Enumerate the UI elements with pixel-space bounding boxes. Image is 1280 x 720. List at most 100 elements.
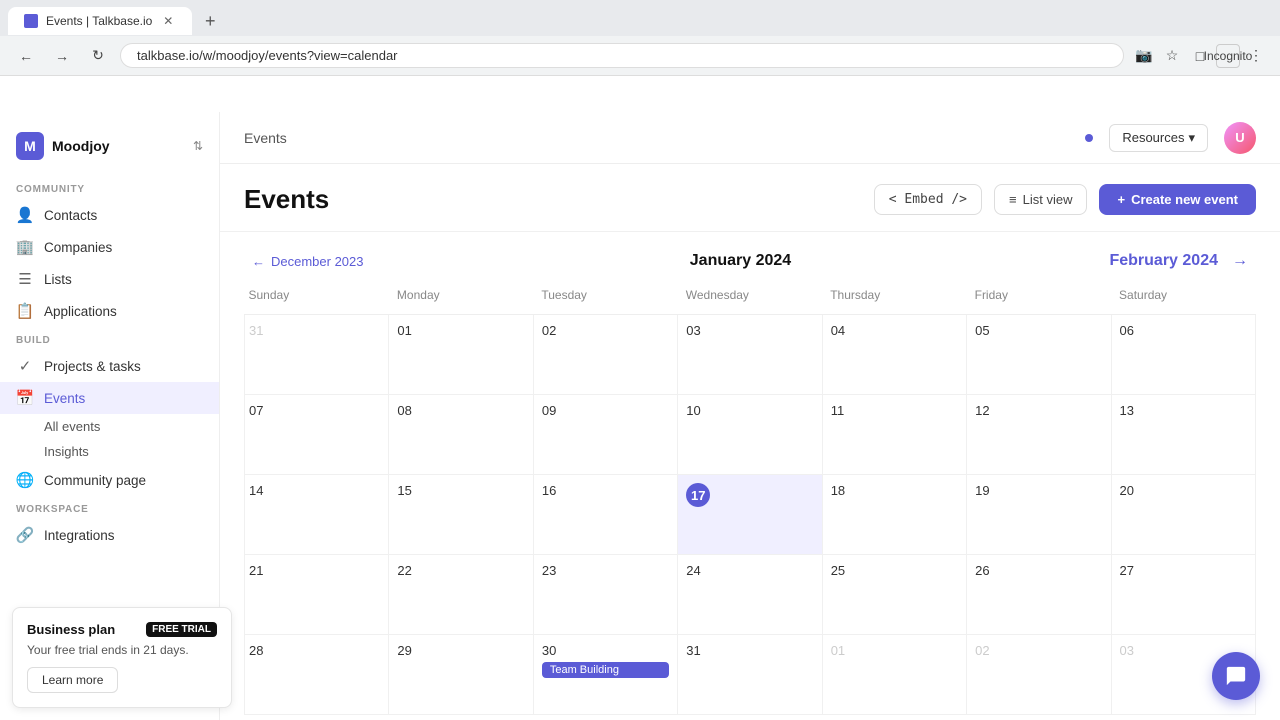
projects-icon: ✓ — [16, 357, 34, 375]
next-month-container: February 2024 → — [1109, 248, 1256, 274]
bookmark-icon[interactable]: ☆ — [1160, 44, 1184, 68]
day-20[interactable]: 20 — [1111, 475, 1255, 555]
integrations-label: Integrations — [44, 528, 115, 543]
col-thursday: Thursday — [822, 282, 966, 315]
sidebar-item-events[interactable]: 📅 Events — [0, 382, 219, 414]
events-header: Events < Embed /> ≡ List view + Create n… — [220, 164, 1280, 232]
day-03[interactable]: 03 — [678, 315, 822, 395]
sidebar-item-applications[interactable]: 📋 Applications — [0, 295, 219, 327]
next-month-button[interactable]: → — [1224, 248, 1256, 274]
sidebar-item-integrations[interactable]: 🔗 Integrations — [0, 519, 219, 551]
sidebar-item-contacts[interactable]: 👤 Contacts — [0, 199, 219, 231]
menu-icon[interactable]: ⋮ — [1244, 44, 1268, 68]
org-name: Moodjoy — [52, 138, 185, 154]
lists-icon: ☰ — [16, 270, 34, 288]
day-01-feb[interactable]: 01 — [822, 635, 966, 715]
resources-label: Resources — [1122, 130, 1184, 145]
learn-more-button[interactable]: Learn more — [27, 667, 118, 693]
sidebar-subitem-insights[interactable]: Insights — [0, 439, 219, 464]
day-15[interactable]: 15 — [389, 475, 533, 555]
sidebar-item-companies[interactable]: 🏢 Companies — [0, 231, 219, 263]
day-28[interactable]: 28 — [245, 635, 389, 715]
contacts-icon: 👤 — [16, 206, 34, 224]
day-07[interactable]: 07 — [245, 395, 389, 475]
calendar-row-3: 14 15 16 17 18 19 20 — [245, 475, 1256, 555]
day-22[interactable]: 22 — [389, 555, 533, 635]
calendar-row-1: 31 01 02 03 04 05 06 — [245, 315, 1256, 395]
banner-text: Your free trial ends in 21 days. — [27, 643, 217, 657]
screenshare-icon[interactable]: 📷 — [1132, 44, 1156, 68]
day-21[interactable]: 21 — [245, 555, 389, 635]
day-23[interactable]: 23 — [533, 555, 677, 635]
resources-button[interactable]: Resources ▾ — [1109, 124, 1208, 152]
companies-label: Companies — [44, 240, 112, 255]
day-18[interactable]: 18 — [822, 475, 966, 555]
day-19[interactable]: 19 — [967, 475, 1111, 555]
community-page-label: Community page — [44, 473, 146, 488]
sidebar-item-projects[interactable]: ✓ Projects & tasks — [0, 350, 219, 382]
prev-month-button[interactable]: ← December 2023 — [244, 250, 372, 273]
main-content: Events Resources ▾ U Events < Embed /> ≡… — [220, 112, 1280, 720]
day-31-dec[interactable]: 31 — [245, 315, 389, 395]
back-button[interactable]: ← — [12, 42, 40, 70]
contacts-label: Contacts — [44, 208, 97, 223]
calendar-table: Sunday Monday Tuesday Wednesday Thursday… — [244, 282, 1256, 715]
day-24[interactable]: 24 — [678, 555, 822, 635]
day-05[interactable]: 05 — [967, 315, 1111, 395]
day-01[interactable]: 01 — [389, 315, 533, 395]
tab-close-button[interactable]: ✕ — [160, 13, 176, 29]
banner-title: Business plan — [27, 622, 115, 637]
day-27[interactable]: 27 — [1111, 555, 1255, 635]
col-wednesday: Wednesday — [678, 282, 822, 315]
business-plan-banner: Business plan FREE TRIAL Your free trial… — [12, 607, 232, 708]
tab-favicon — [24, 14, 38, 28]
sidebar-subitem-all-events[interactable]: All events — [0, 414, 219, 439]
embed-label: < Embed /> — [889, 192, 967, 207]
list-view-label: List view — [1023, 192, 1073, 207]
list-view-button[interactable]: ≡ List view — [994, 184, 1087, 215]
banner-header: Business plan FREE TRIAL — [27, 622, 217, 637]
day-02[interactable]: 02 — [533, 315, 677, 395]
col-friday: Friday — [967, 282, 1111, 315]
browser-tab[interactable]: Events | Talkbase.io ✕ — [8, 7, 192, 35]
create-event-button[interactable]: + Create new event — [1099, 184, 1256, 215]
community-section-label: COMMUNITY — [0, 176, 219, 199]
day-12[interactable]: 12 — [967, 395, 1111, 475]
create-event-label: Create new event — [1131, 192, 1238, 207]
day-16[interactable]: 16 — [533, 475, 677, 555]
event-team-building[interactable]: Team Building — [542, 662, 669, 678]
avatar[interactable]: U — [1224, 122, 1256, 154]
day-06[interactable]: 06 — [1111, 315, 1255, 395]
day-13[interactable]: 13 — [1111, 395, 1255, 475]
reload-button[interactable]: ↻ — [84, 42, 112, 70]
day-30[interactable]: 30 Team Building — [533, 635, 677, 715]
sidebar-item-lists[interactable]: ☰ Lists — [0, 263, 219, 295]
day-04[interactable]: 04 — [822, 315, 966, 395]
day-09[interactable]: 09 — [533, 395, 677, 475]
new-tab-button[interactable]: + — [196, 7, 224, 35]
day-02-feb[interactable]: 02 — [967, 635, 1111, 715]
embed-button[interactable]: < Embed /> — [874, 184, 982, 215]
day-11[interactable]: 11 — [822, 395, 966, 475]
list-view-icon: ≡ — [1009, 192, 1017, 207]
org-logo: M — [16, 132, 44, 160]
col-saturday: Saturday — [1111, 282, 1255, 315]
org-chevrons-icon: ⇅ — [193, 139, 203, 153]
day-26[interactable]: 26 — [967, 555, 1111, 635]
day-10[interactable]: 10 — [678, 395, 822, 475]
sidebar-item-community-page[interactable]: 🌐 Community page — [0, 464, 219, 496]
day-14[interactable]: 14 — [245, 475, 389, 555]
chat-bubble-button[interactable] — [1212, 652, 1260, 700]
day-17-today[interactable]: 17 — [678, 475, 822, 555]
day-29[interactable]: 29 — [389, 635, 533, 715]
address-bar-icons: 📷 ☆ □ Incognito ⋮ — [1132, 44, 1268, 68]
day-08[interactable]: 08 — [389, 395, 533, 475]
build-section-label: BUILD — [0, 327, 219, 350]
org-header[interactable]: M Moodjoy ⇅ — [0, 124, 219, 176]
free-trial-badge: FREE TRIAL — [146, 622, 217, 637]
incognito-icon[interactable]: Incognito — [1216, 44, 1240, 68]
day-25[interactable]: 25 — [822, 555, 966, 635]
forward-button[interactable]: → — [48, 42, 76, 70]
address-bar[interactable]: talkbase.io/w/moodjoy/events?view=calend… — [120, 43, 1124, 68]
day-31[interactable]: 31 — [678, 635, 822, 715]
